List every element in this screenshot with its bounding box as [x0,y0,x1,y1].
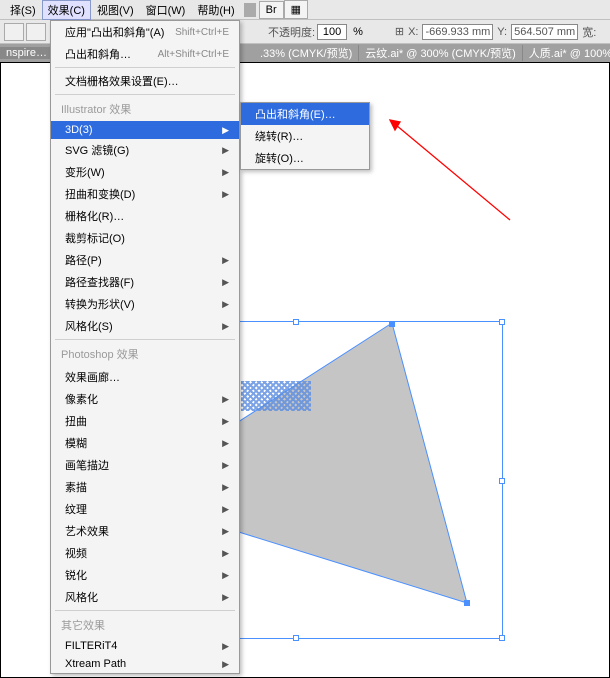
tab-2[interactable]: 云纹.ai* @ 300% (CMYK/预览) [359,45,523,61]
tab-3[interactable]: 人质.ai* @ 100% (RG [523,45,610,61]
3d-item-0[interactable]: 凸出和斜角(E)… [241,103,369,125]
menu-apply-last[interactable]: 应用"凸出和斜角"(A)Shift+Ctrl+E [51,21,239,43]
menubar: 择(S) 效果(C) 视图(V) 窗口(W) 帮助(H) Br ▦ [0,0,610,20]
menu-last-effect[interactable]: 凸出和斜角…Alt+Shift+Ctrl+E [51,43,239,65]
separator [55,610,235,611]
y-input[interactable]: 564.507 mm [511,24,578,40]
section-illustrator: Illustrator 效果 [51,97,239,121]
menu-doc-raster[interactable]: 文档栅格效果设置(E)… [51,70,239,92]
text-scribble [241,381,311,411]
opacity-label: 不透明度: [268,24,315,40]
ps-item-2[interactable]: 扭曲▶ [51,410,239,432]
separator [244,3,256,17]
annotation-arrow [380,110,520,230]
3d-item-2[interactable]: 旋转(O)… [241,147,369,169]
width-label: 宽: [582,24,596,40]
bridge-icon[interactable]: Br [259,1,284,19]
ps-item-10[interactable]: 风格化▶ [51,586,239,608]
tab-0[interactable]: nspire… [0,47,54,59]
section-photoshop: Photoshop 效果 [51,342,239,366]
fill-swatch[interactable] [4,23,24,41]
opacity-unit: % [353,26,363,38]
illus-item-3[interactable]: 扭曲和变换(D)▶ [51,183,239,205]
menu-help[interactable]: 帮助(H) [191,0,240,20]
section-other: 其它效果 [51,613,239,637]
transform-icon[interactable]: ⊞ [395,25,404,38]
illus-item-2[interactable]: 变形(W)▶ [51,161,239,183]
menu-window[interactable]: 窗口(W) [140,0,192,20]
ps-item-8[interactable]: 视频▶ [51,542,239,564]
illus-item-7[interactable]: 路径查找器(F)▶ [51,271,239,293]
ps-item-3[interactable]: 模糊▶ [51,432,239,454]
ps-item-7[interactable]: 艺术效果▶ [51,520,239,542]
x-input[interactable]: -669.933 mm [422,24,493,40]
ps-item-9[interactable]: 锐化▶ [51,564,239,586]
ps-item-6[interactable]: 纹理▶ [51,498,239,520]
illus-item-8[interactable]: 转换为形状(V)▶ [51,293,239,315]
opacity-input[interactable]: 100 [317,24,347,40]
separator [55,339,235,340]
other-item-0[interactable]: FILTERiT4▶ [51,637,239,655]
menu-view[interactable]: 视图(V) [91,0,140,20]
ps-item-0[interactable]: 效果画廊… [51,366,239,388]
ps-item-5[interactable]: 素描▶ [51,476,239,498]
illus-item-4[interactable]: 栅格化(R)… [51,205,239,227]
separator [55,94,235,95]
menu-effects[interactable]: 效果(C) [42,0,91,20]
3d-submenu: 凸出和斜角(E)…绕转(R)…旋转(O)… [240,102,370,170]
x-label: X: [408,26,418,38]
other-item-1[interactable]: Xtream Path▶ [51,655,239,673]
3d-item-1[interactable]: 绕转(R)… [241,125,369,147]
separator [55,67,235,68]
illus-item-0[interactable]: 3D(3)▶ [51,121,239,139]
arrange-icon[interactable]: ▦ [284,0,308,19]
menu-select[interactable]: 择(S) [4,0,42,20]
illus-item-6[interactable]: 路径(P)▶ [51,249,239,271]
illus-item-5[interactable]: 裁剪标记(O) [51,227,239,249]
illus-item-9[interactable]: 风格化(S)▶ [51,315,239,337]
ps-item-1[interactable]: 像素化▶ [51,388,239,410]
tab-1[interactable]: .33% (CMYK/预览) [254,45,359,61]
effects-menu: 应用"凸出和斜角"(A)Shift+Ctrl+E 凸出和斜角…Alt+Shift… [50,20,240,674]
illus-item-1[interactable]: SVG 滤镜(G)▶ [51,139,239,161]
ps-item-4[interactable]: 画笔描边▶ [51,454,239,476]
y-label: Y: [497,26,507,38]
stroke-swatch[interactable] [26,23,46,41]
